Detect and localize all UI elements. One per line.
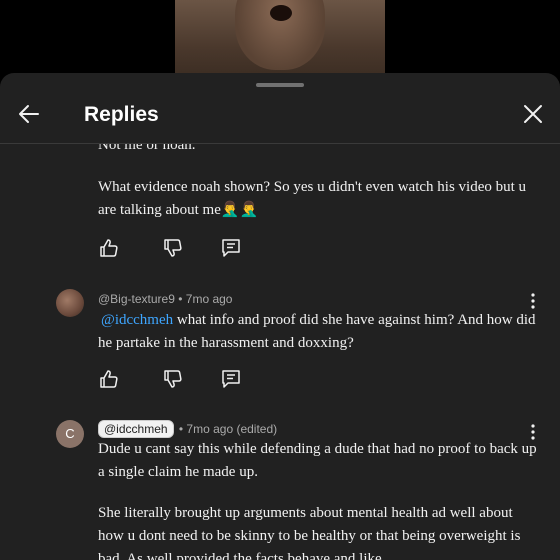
- page-title: Replies: [84, 103, 159, 126]
- reply-icon[interactable]: [220, 368, 242, 390]
- thumbs-up-icon[interactable]: [98, 368, 120, 390]
- thumbs-up-icon[interactable]: [98, 237, 120, 259]
- reply-text-partial: Not me or noah.: [98, 144, 196, 153]
- thumbs-down-icon[interactable]: [162, 368, 184, 390]
- mention-link[interactable]: @idcchmeh: [101, 312, 173, 328]
- replies-list[interactable]: Not me or noah. What evidence noah shown…: [0, 144, 560, 560]
- reply-text-body: What evidence noah shown? So yes u didn'…: [98, 179, 527, 218]
- comment-text: @idcchmeh what info and proof did she ha…: [98, 309, 538, 355]
- comment-actions: [98, 368, 298, 392]
- replies-header: Replies: [0, 89, 560, 143]
- reply-actions: [98, 237, 298, 261]
- author-handle[interactable]: @idcchmeh: [98, 420, 174, 438]
- avatar[interactable]: [56, 289, 84, 317]
- facepalm-emoji: 🤦‍♂️🤦‍♂️: [220, 202, 259, 218]
- back-button[interactable]: [14, 99, 44, 129]
- comment-meta: @Big-texture9 • 7mo ago: [98, 292, 232, 306]
- author-handle[interactable]: @Big-texture9: [98, 292, 175, 306]
- thumbs-down-icon[interactable]: [162, 237, 184, 259]
- replies-sheet: Replies Not me or noah. What evidence no…: [0, 73, 560, 560]
- reply-text: What evidence noah shown? So yes u didn'…: [98, 176, 538, 222]
- avatar[interactable]: C: [56, 420, 84, 448]
- comment-time: • 7mo ago (edited): [178, 422, 278, 436]
- arrow-left-icon: [19, 105, 39, 123]
- close-button[interactable]: [518, 99, 548, 129]
- drag-handle[interactable]: [256, 83, 304, 87]
- comment-text: Dude u cant say this while defending a d…: [98, 441, 537, 480]
- comment-text-continued: She literally brought up arguments about…: [98, 505, 521, 560]
- reply-icon[interactable]: [220, 237, 242, 259]
- close-icon: [524, 105, 542, 123]
- more-vert-icon[interactable]: [526, 291, 540, 311]
- comment-meta: @idcchmeh • 7mo ago (edited): [98, 420, 277, 438]
- video-frame-detail: [270, 5, 292, 21]
- comment-time: • 7mo ago: [178, 292, 233, 306]
- video-preview[interactable]: [175, 0, 385, 80]
